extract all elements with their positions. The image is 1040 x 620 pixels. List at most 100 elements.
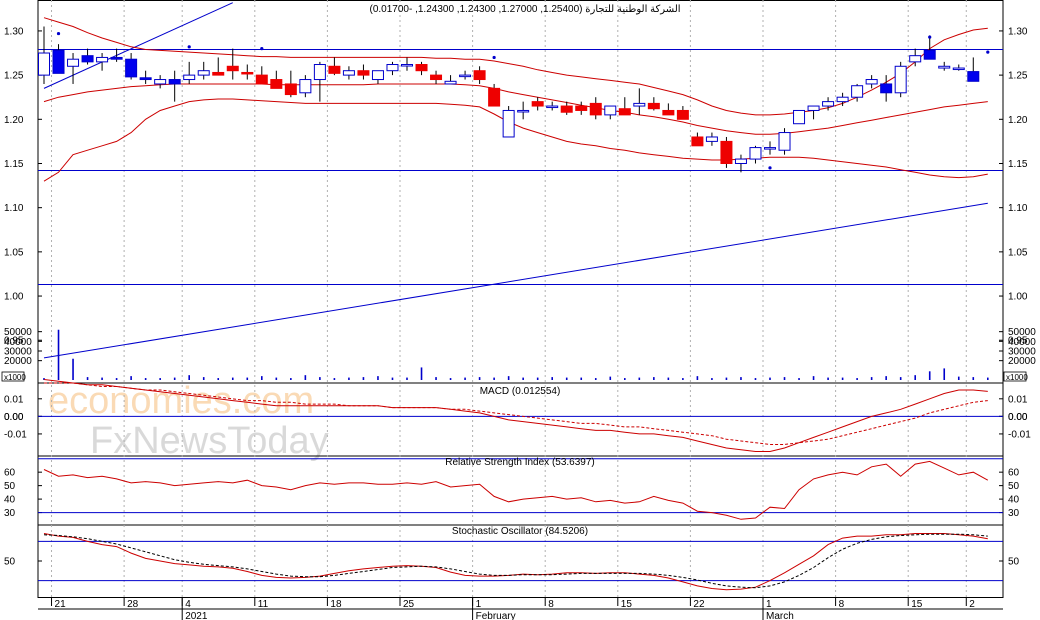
volume-bar (725, 377, 728, 380)
candle-body (342, 70, 355, 76)
rsi-tick-label: 30 (4, 508, 16, 519)
volume-bar (899, 377, 902, 380)
price-tick-label: 1.10 (4, 203, 24, 214)
price-tick-label: 1.15 (1008, 159, 1028, 170)
x-tick-label: 21 (55, 599, 67, 610)
candle-body (618, 108, 631, 116)
candle-body (168, 79, 181, 85)
volume-bar (885, 376, 887, 380)
price-tick-label: 1.20 (4, 115, 24, 126)
volume-bar (740, 377, 742, 380)
candle-body (110, 56, 123, 60)
rsi-label: Relative Strength Index (53.6397) (445, 457, 595, 468)
month-label: 2021 (185, 611, 208, 620)
price-tick-label: 1.15 (4, 159, 24, 170)
candle-body (560, 105, 573, 113)
volume-bar (551, 377, 553, 380)
candle-body (415, 64, 428, 72)
volume-bar (594, 378, 597, 380)
signal-dot (56, 31, 61, 36)
candle-body (299, 79, 312, 94)
price-tick-label: 1.25 (1008, 71, 1028, 82)
candle-body (880, 83, 893, 94)
volume-bar (348, 377, 350, 380)
volume-bar (362, 377, 365, 380)
volume-tick-label: 20000 (4, 356, 32, 367)
x-tick-label: 8 (839, 599, 845, 610)
candle-body (894, 65, 907, 94)
candle-body (38, 52, 50, 76)
price-tick-label: 1.00 (1008, 292, 1028, 303)
rsi-tick-label: 60 (1008, 468, 1020, 479)
volume-bar (217, 378, 220, 380)
volume-bar (638, 377, 641, 380)
x-tick-label: 25 (403, 599, 415, 610)
stock-chart: economies.com FxNewsToday الشركة الوطنية… (0, 0, 1040, 620)
volume-bar (507, 376, 510, 380)
candle-body (691, 136, 704, 147)
volume-bar (130, 376, 132, 380)
volume-bar (275, 377, 278, 380)
candle-body (778, 132, 791, 151)
macd-label: MACD (0.012554) (480, 386, 561, 397)
volume-bar (144, 378, 147, 380)
price-tick-label: 1.30 (4, 26, 24, 37)
macd-tick-label: -0.01 (1008, 429, 1031, 440)
candle-body (705, 136, 718, 142)
candle-body (734, 158, 747, 164)
volume-bar (754, 378, 757, 380)
macd-tick-label: 0.00 (4, 412, 24, 423)
candle-body (96, 56, 109, 63)
volume-bar (609, 376, 612, 380)
volume-bar (711, 378, 713, 380)
volume-bar (391, 377, 394, 380)
price-tick-label: 1.30 (1008, 26, 1028, 37)
candle-body (226, 65, 239, 72)
volume-bar (943, 368, 946, 380)
volume-bar (246, 377, 249, 380)
candle-body (938, 65, 951, 69)
candle-body (313, 64, 326, 81)
volume-bar (188, 375, 190, 380)
signal-dot (928, 35, 932, 39)
x-tick-label: 15 (621, 599, 633, 610)
volume-bar (682, 378, 684, 380)
volume-bar (957, 376, 960, 380)
macd-tick-label: 0.00 (1008, 412, 1028, 423)
volume-bar (827, 377, 829, 380)
volume-bar (377, 376, 379, 380)
volume-bar (653, 377, 655, 380)
candle-body (647, 102, 660, 110)
volume-bar (536, 377, 539, 380)
volume-bar (231, 377, 234, 380)
candle-body (473, 70, 486, 81)
month-label: February (476, 611, 516, 620)
x-tick-label: 8 (548, 599, 554, 610)
signal-dot (492, 55, 496, 60)
volume-bar (856, 378, 858, 380)
volume-bar (319, 377, 321, 380)
candle-body (793, 109, 806, 125)
volume-bar (435, 377, 437, 380)
candle-body (807, 105, 820, 111)
candle-body (139, 77, 152, 81)
candle-body (531, 101, 544, 107)
price-tick-label: 1.00 (4, 292, 24, 303)
volume-bar (987, 377, 989, 380)
stochastic-tick-label: 50 (4, 557, 16, 568)
x-tick-label: 15 (911, 599, 923, 610)
candle-body (154, 79, 167, 85)
rsi-tick-label: 60 (4, 468, 16, 479)
volume-bar (159, 378, 161, 380)
volume-bar (449, 378, 452, 380)
volume-bar (464, 377, 466, 380)
volume-bar (101, 377, 103, 380)
candle-body (255, 74, 268, 85)
month-label: March (766, 611, 794, 620)
volume-bar (870, 377, 873, 380)
rsi-tick-label: 40 (4, 495, 16, 506)
volume-bar (812, 376, 815, 380)
volume-bar (406, 377, 408, 380)
volume-bar (493, 377, 495, 380)
rsi-tick-label: 30 (1008, 508, 1020, 519)
